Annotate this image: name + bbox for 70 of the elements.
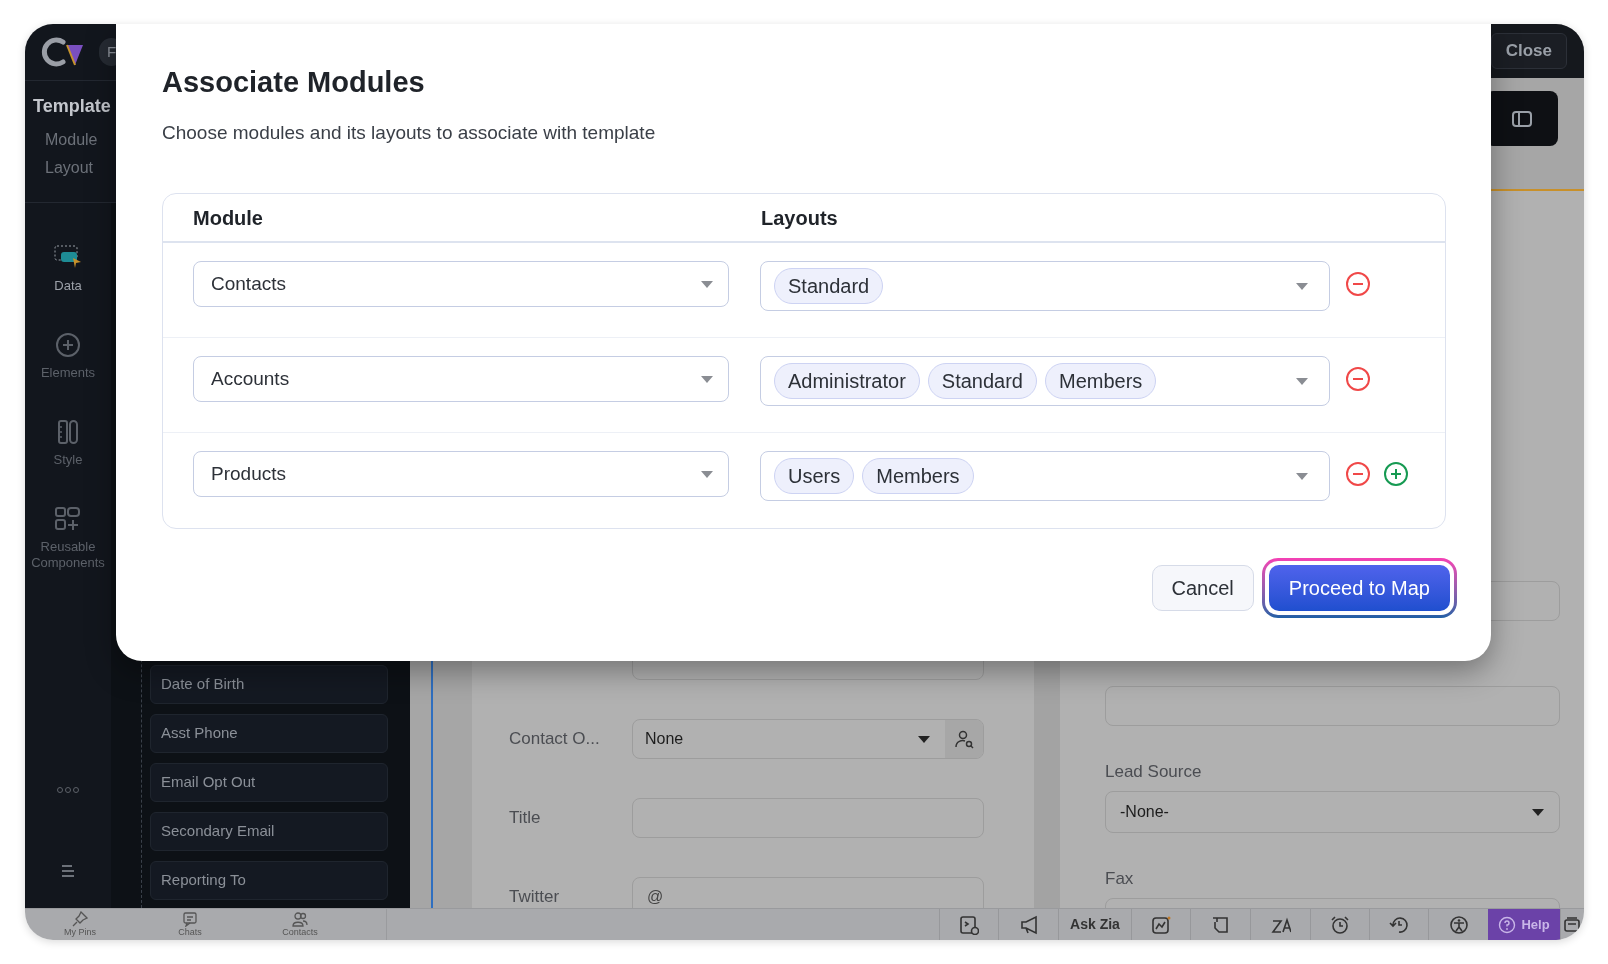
nav-item[interactable]: Data bbox=[25, 278, 111, 294]
layout-tag[interactable]: Members bbox=[862, 458, 974, 494]
layouts-select[interactable]: Users Members bbox=[760, 451, 1330, 501]
logo-icon bbox=[39, 35, 85, 69]
layout-tag[interactable]: Members bbox=[1045, 363, 1157, 399]
contacts-icon[interactable] bbox=[292, 911, 308, 927]
pin-icon[interactable] bbox=[72, 911, 88, 927]
minus-circle-icon[interactable] bbox=[1345, 461, 1371, 487]
caret-icon bbox=[1295, 471, 1309, 481]
layout-tag[interactable]: Users bbox=[774, 458, 855, 494]
layout-tag[interactable]: Standard bbox=[774, 268, 884, 304]
text-field[interactable] bbox=[1105, 686, 1560, 726]
layout-tag[interactable]: Standard bbox=[927, 363, 1037, 399]
section-title: Template bbox=[32, 95, 112, 118]
meta-label: Layout bbox=[45, 158, 94, 178]
history-icon[interactable] bbox=[1389, 914, 1409, 935]
text-field[interactable]: @ bbox=[632, 877, 984, 908]
caret-icon bbox=[700, 469, 714, 479]
caret-icon bbox=[700, 279, 714, 289]
alarm-clock-icon[interactable] bbox=[1330, 914, 1350, 935]
menu-icon[interactable] bbox=[61, 864, 75, 878]
column-header: Module bbox=[193, 205, 264, 231]
plus-circle-icon[interactable] bbox=[1383, 461, 1409, 487]
module-select[interactable]: Contacts bbox=[193, 261, 729, 307]
field-label: Lead Source bbox=[1105, 762, 1202, 782]
more-icon[interactable] bbox=[56, 786, 80, 794]
plus-circle-icon[interactable] bbox=[53, 331, 83, 359]
meta-label: Module bbox=[45, 130, 98, 150]
stack-icon[interactable] bbox=[1562, 914, 1583, 935]
module-select[interactable]: Accounts bbox=[193, 356, 729, 402]
layouts-select[interactable]: Standard bbox=[760, 261, 1330, 311]
sidebar-icon bbox=[1511, 110, 1532, 127]
minus-circle-icon[interactable] bbox=[1345, 271, 1371, 297]
caret-icon bbox=[1295, 376, 1309, 386]
select-field[interactable]: -None- bbox=[1105, 791, 1560, 833]
module-select[interactable]: Products bbox=[193, 451, 729, 497]
field-label: Fax bbox=[1105, 869, 1134, 889]
field-item[interactable]: Asst Phone bbox=[150, 714, 388, 753]
field-item[interactable]: Secondary Email bbox=[150, 812, 388, 851]
caret-icon bbox=[1531, 807, 1545, 817]
caret-icon bbox=[917, 734, 931, 744]
dialog-subtitle: Choose modules and its layouts to associate with template bbox=[162, 121, 657, 145]
field-item[interactable]: Email Opt Out bbox=[150, 763, 388, 802]
chart-sparkle-icon[interactable] bbox=[1151, 914, 1171, 935]
lookup-field[interactable]: None bbox=[632, 719, 984, 759]
chat-icon[interactable] bbox=[182, 911, 198, 927]
field-label: Twitter bbox=[509, 887, 560, 907]
components-icon[interactable] bbox=[53, 505, 83, 533]
minus-circle-icon[interactable] bbox=[1345, 366, 1371, 392]
field-label: Title bbox=[509, 808, 541, 828]
caret-icon bbox=[700, 374, 714, 384]
megaphone-icon[interactable] bbox=[1018, 914, 1039, 935]
column-header: Layouts bbox=[761, 205, 838, 231]
caret-icon bbox=[1295, 281, 1309, 291]
layout-tag[interactable]: Administrator bbox=[774, 363, 920, 399]
person-search-icon[interactable] bbox=[954, 729, 974, 749]
screen-play-icon[interactable] bbox=[959, 914, 979, 935]
field-label: Contact O... bbox=[509, 729, 600, 749]
field-item[interactable]: Reporting To bbox=[150, 861, 388, 900]
dialog-title: Associate Modules bbox=[162, 65, 426, 99]
accessibility-icon[interactable] bbox=[1448, 914, 1469, 935]
field-item[interactable]: Date of Birth bbox=[150, 665, 388, 704]
close-button[interactable]: Close bbox=[1490, 33, 1567, 69]
corner-arrow-icon[interactable] bbox=[1210, 914, 1231, 935]
help-icon bbox=[1498, 915, 1517, 934]
layouts-select[interactable]: Administrator Standard Members bbox=[760, 356, 1330, 406]
ask-zia-button[interactable]: Ask Zia bbox=[1070, 914, 1120, 935]
cancel-button[interactable]: Cancel bbox=[1151, 565, 1254, 611]
help-button[interactable]: Help bbox=[1488, 909, 1560, 940]
proceed-button[interactable]: Proceed to Map bbox=[1261, 558, 1457, 618]
